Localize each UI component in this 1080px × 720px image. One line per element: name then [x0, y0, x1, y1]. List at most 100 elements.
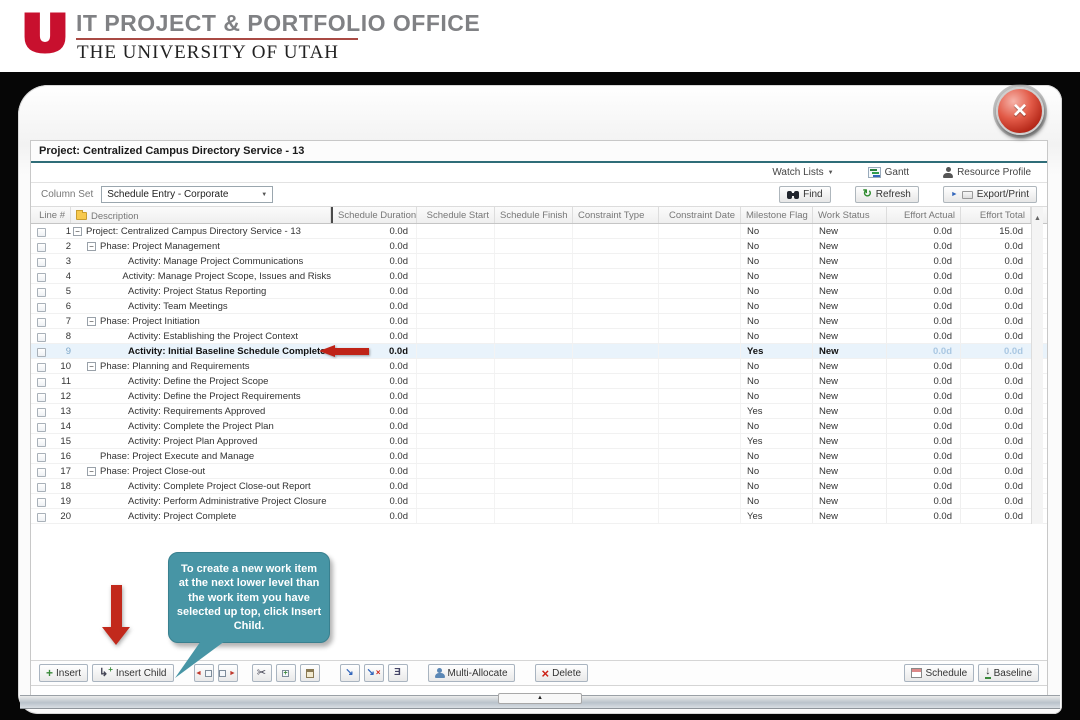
export-print-button[interactable]: ► Export/Print	[943, 186, 1037, 203]
controls-bar: Column Set Schedule Entry - Corporate ▼ …	[31, 183, 1047, 207]
column-set-select[interactable]: Schedule Entry - Corporate ▼	[101, 186, 273, 203]
gantt-link[interactable]: Gantt	[868, 167, 909, 178]
vertical-scrollbar[interactable]: ▲	[1031, 207, 1043, 524]
table-row[interactable]: 15 −Activity: Project Plan Approved 0.0d…	[31, 434, 1047, 449]
row-checkbox[interactable]	[37, 273, 46, 282]
cell-schedule-duration: 0.0d	[331, 464, 417, 478]
row-checkbox[interactable]	[37, 303, 46, 312]
hierarchy-button[interactable]: Ǝ	[388, 664, 408, 682]
cell-constraint-date	[659, 434, 741, 448]
header-description[interactable]: Description	[71, 207, 331, 223]
row-checkbox[interactable]	[37, 498, 46, 507]
row-checkbox[interactable]	[37, 243, 46, 252]
multi-allocate-button[interactable]: Multi-Allocate	[428, 664, 515, 682]
table-row[interactable]: 13 −Activity: Requirements Approved 0.0d…	[31, 404, 1047, 419]
row-description: −Activity: Complete Project Close-out Re…	[71, 479, 331, 493]
row-checkbox[interactable]	[37, 408, 46, 417]
row-line-number: 12	[53, 389, 71, 403]
paste-button[interactable]	[300, 664, 320, 682]
insert-child-button[interactable]: ↳ + Insert Child	[92, 664, 173, 682]
header-constraint-type[interactable]: Constraint Type	[573, 207, 659, 223]
cell-schedule-start	[417, 284, 495, 298]
row-checkbox[interactable]	[37, 423, 46, 432]
table-row[interactable]: 7 −Phase: Project Initiation 0.0d No New…	[31, 314, 1047, 329]
table-row[interactable]: 17 −Phase: Project Close-out 0.0d No New…	[31, 464, 1047, 479]
row-checkbox[interactable]	[37, 228, 46, 237]
link-button[interactable]: ↘	[340, 664, 360, 682]
row-checkbox[interactable]	[37, 513, 46, 522]
expand-panel-tab[interactable]: ▲	[498, 693, 582, 704]
row-checkbox[interactable]	[37, 258, 46, 267]
row-checkbox[interactable]	[37, 318, 46, 327]
baseline-button[interactable]: ↓ Baseline	[978, 664, 1039, 682]
find-label: Find	[803, 189, 822, 200]
bottom-splitter[interactable]: ▲	[20, 695, 1060, 709]
baseline-arrow-icon: ↓	[985, 667, 991, 679]
cell-schedule-start	[417, 269, 495, 283]
table-row[interactable]: 11 −Activity: Define the Project Scope 0…	[31, 374, 1047, 389]
row-checkbox[interactable]	[37, 468, 46, 477]
row-description: −Activity: Team Meetings	[71, 299, 331, 313]
cell-milestone-flag: No	[741, 269, 813, 283]
collapse-icon[interactable]: −	[87, 242, 96, 251]
table-row[interactable]: 2 −Phase: Project Management 0.0d No New…	[31, 239, 1047, 254]
table-row[interactable]: 20 −Activity: Project Complete 0.0d Yes …	[31, 509, 1047, 524]
table-row[interactable]: 19 −Activity: Perform Administrative Pro…	[31, 494, 1047, 509]
row-checkbox[interactable]	[37, 348, 46, 357]
table-row[interactable]: 8 −Activity: Establishing the Project Co…	[31, 329, 1047, 344]
paste-special-button[interactable]	[276, 664, 296, 682]
header-work-status[interactable]: Work Status	[813, 207, 887, 223]
table-row[interactable]: 14 −Activity: Complete the Project Plan …	[31, 419, 1047, 434]
table-row[interactable]: 1 −Project: Centralized Campus Directory…	[31, 224, 1047, 239]
row-checkbox[interactable]	[37, 438, 46, 447]
collapse-icon[interactable]: −	[87, 467, 96, 476]
row-checkbox[interactable]	[37, 393, 46, 402]
table-row[interactable]: 4 −Activity: Manage Project Scope, Issue…	[31, 269, 1047, 284]
org-title: IT PROJECT & PORTFOLIO OFFICE	[76, 10, 480, 37]
table-row[interactable]: 12 −Activity: Define the Project Require…	[31, 389, 1047, 404]
table-row[interactable]: 3 −Activity: Manage Project Communicatio…	[31, 254, 1047, 269]
collapse-icon[interactable]: −	[73, 227, 82, 236]
resource-profile-link[interactable]: Resource Profile	[943, 167, 1031, 178]
row-checkbox[interactable]	[37, 363, 46, 372]
cell-effort-actual: 0.0d	[887, 494, 961, 508]
collapse-icon[interactable]: −	[87, 362, 96, 371]
header-schedule-duration[interactable]: Schedule Duration	[331, 207, 417, 223]
header-effort-actual[interactable]: Effort Actual	[887, 207, 961, 223]
header-line-number[interactable]: Line #	[31, 207, 71, 223]
cell-constraint-date	[659, 509, 741, 523]
schedule-button[interactable]: Schedule	[904, 664, 974, 682]
find-button[interactable]: Find	[779, 186, 830, 203]
collapse-icon[interactable]: −	[87, 317, 96, 326]
table-row[interactable]: 16 −Phase: Project Execute and Manage 0.…	[31, 449, 1047, 464]
header-constraint-date[interactable]: Constraint Date	[659, 207, 741, 223]
refresh-button[interactable]: ↻ Refresh	[855, 186, 919, 203]
cell-effort-total: 0.0d	[961, 479, 1031, 493]
table-row[interactable]: 10 −Phase: Planning and Requirements 0.0…	[31, 359, 1047, 374]
table-row[interactable]: 18 −Activity: Complete Project Close-out…	[31, 479, 1047, 494]
row-checkbox[interactable]	[37, 483, 46, 492]
header-schedule-finish[interactable]: Schedule Finish	[495, 207, 573, 223]
callout-tail	[175, 638, 245, 680]
delete-button[interactable]: × Delete	[535, 664, 589, 682]
table-row[interactable]: 9 −Activity: Initial Baseline Schedule C…	[31, 344, 1047, 359]
header-schedule-start[interactable]: Schedule Start	[417, 207, 495, 223]
row-checkbox[interactable]	[37, 333, 46, 342]
table-body: 1 −Project: Centralized Campus Directory…	[31, 224, 1047, 524]
close-button[interactable]: ×	[996, 87, 1044, 135]
table-row[interactable]: 5 −Activity: Project Status Reporting 0.…	[31, 284, 1047, 299]
cell-schedule-start	[417, 254, 495, 268]
row-checkbox[interactable]	[37, 288, 46, 297]
cut-button[interactable]: ✂	[252, 664, 272, 682]
row-checkbox[interactable]	[37, 378, 46, 387]
row-checkbox[interactable]	[37, 453, 46, 462]
unlink-button[interactable]: ↘×	[364, 664, 384, 682]
cell-schedule-start	[417, 449, 495, 463]
header-milestone-flag[interactable]: Milestone Flag	[741, 207, 813, 223]
cell-schedule-finish	[495, 479, 573, 493]
cell-schedule-duration: 0.0d	[331, 359, 417, 373]
insert-button[interactable]: + Insert	[39, 664, 88, 682]
table-row[interactable]: 6 −Activity: Team Meetings 0.0d No New 0…	[31, 299, 1047, 314]
watch-lists-menu[interactable]: Watch Lists ▼	[772, 167, 833, 178]
header-effort-total[interactable]: Effort Total	[961, 207, 1031, 223]
